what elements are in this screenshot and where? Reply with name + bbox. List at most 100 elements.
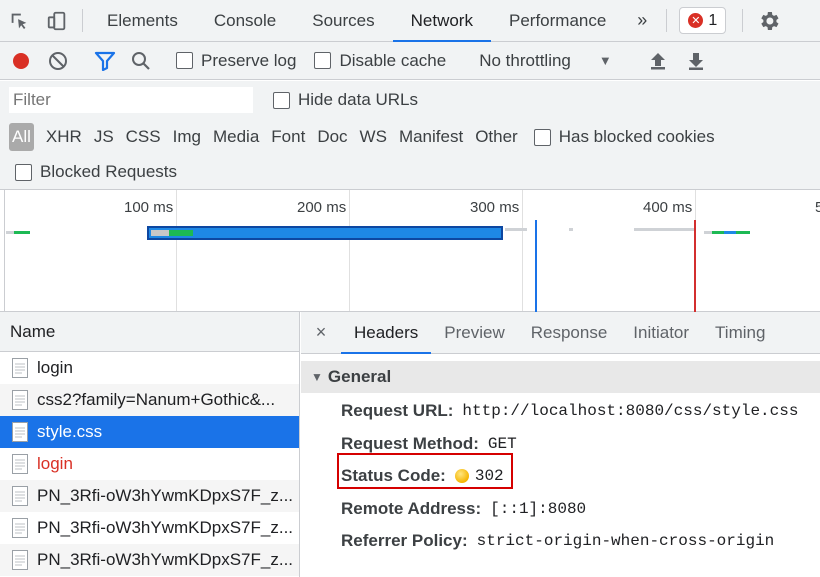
tab-network[interactable]: Network [392, 0, 492, 42]
type-manifest[interactable]: Manifest [393, 123, 469, 151]
header-key: Request Method: [341, 433, 479, 453]
request-row[interactable]: PN_3Rfi-oW3hYwmKDpxS7F_z... [0, 512, 299, 544]
document-icon [12, 358, 28, 378]
request-url-row: Request URL: http://localhost:8080/css/s… [301, 395, 820, 428]
request-row[interactable]: PN_3Rfi-oW3hYwmKDpxS7F_z... [0, 480, 299, 512]
request-bar [505, 228, 527, 231]
tab-preview[interactable]: Preview [431, 312, 517, 353]
request-name: PN_3Rfi-oW3hYwmKDpxS7F_z... [37, 486, 294, 505]
tab-sources[interactable]: Sources [294, 0, 392, 41]
toolbar-divider [82, 9, 83, 32]
request-bar [569, 228, 573, 231]
request-row[interactable]: css2?family=Nanum+Gothic&... [0, 384, 299, 416]
type-img[interactable]: Img [167, 123, 207, 151]
remote-address-row: Remote Address: [::1]:8080 [301, 493, 820, 526]
tab-initiator[interactable]: Initiator [620, 312, 702, 353]
close-details-button[interactable]: × [301, 312, 341, 353]
request-name: PN_3Rfi-oW3hYwmKDpxS7F_z... [37, 550, 294, 569]
request-bar [169, 230, 193, 236]
checkbox-box[interactable] [273, 91, 290, 109]
tab-elements[interactable]: Elements [89, 0, 196, 41]
tab-timing[interactable]: Timing [702, 312, 778, 353]
request-list: Name login css2?family=Nanum+Gothic&... … [0, 312, 300, 577]
has-blocked-cookies-checkbox[interactable]: Has blocked cookies [533, 127, 715, 147]
general-section-header[interactable]: ▼ General [301, 361, 820, 393]
settings-gear-icon[interactable] [749, 0, 789, 41]
request-row-selected[interactable]: style.css [0, 416, 299, 448]
checkbox-box[interactable] [533, 128, 551, 146]
name-column-header[interactable]: Name [0, 312, 299, 352]
more-tabs-button[interactable]: » [624, 0, 660, 41]
gridline-200ms [349, 190, 350, 311]
referrer-policy-row: Referrer Policy: strict-origin-when-cros… [301, 525, 820, 558]
tick-label: 100 ms [124, 199, 174, 216]
search-button[interactable] [123, 42, 159, 79]
tab-response[interactable]: Response [518, 312, 621, 353]
filter-toggle-button[interactable] [87, 42, 123, 79]
details-tab-bar: × Headers Preview Response Initiator Tim… [301, 312, 820, 354]
tab-performance[interactable]: Performance [491, 0, 624, 41]
tick-label: 400 ms [643, 199, 693, 216]
throttling-select[interactable]: No throttling ▼ [465, 51, 626, 71]
type-all[interactable]: All [9, 123, 34, 151]
disable-cache-checkbox[interactable]: Disable cache [314, 51, 446, 71]
header-value: strict-origin-when-cross-origin [476, 532, 775, 551]
clear-icon [49, 51, 67, 70]
checkbox-box[interactable] [176, 52, 193, 69]
toolbar-divider [742, 9, 744, 32]
filter-input[interactable] [9, 87, 253, 113]
document-icon [12, 454, 28, 474]
hide-data-urls-checkbox[interactable]: Hide data URLs [273, 90, 418, 110]
tab-console[interactable]: Console [196, 0, 294, 41]
filter-icon [94, 51, 116, 71]
request-name: css2?family=Nanum+Gothic&... [37, 390, 276, 409]
preserve-log-label: Preserve log [201, 50, 297, 70]
type-other[interactable]: Other [469, 123, 524, 151]
blocked-requests-checkbox[interactable]: Blocked Requests [15, 162, 177, 182]
preserve-log-checkbox[interactable]: Preserve log [176, 51, 296, 71]
overview-edge [4, 190, 5, 311]
checkbox-box[interactable] [15, 163, 32, 181]
header-value: GET [487, 434, 517, 453]
type-font[interactable]: Font [265, 123, 311, 151]
request-name: style.css [37, 422, 103, 441]
request-bar [634, 228, 696, 231]
blocked-requests-label: Blocked Requests [40, 162, 178, 181]
request-row[interactable]: login [0, 352, 299, 384]
type-css[interactable]: CSS [120, 123, 167, 151]
export-har-button[interactable] [677, 42, 715, 79]
request-bar [6, 231, 14, 234]
tick-label: 200 ms [297, 199, 347, 216]
type-doc[interactable]: Doc [311, 123, 353, 151]
inspect-element-icon[interactable] [0, 0, 38, 41]
error-icon: ✕ [688, 13, 704, 28]
import-har-button[interactable] [639, 42, 677, 79]
throttling-value: No throttling [479, 50, 571, 70]
request-row[interactable]: PN_3Rfi-oW3hYwmKDpxS7F_z... [0, 544, 299, 576]
type-ws[interactable]: WS [354, 123, 393, 151]
request-bar [14, 231, 30, 234]
request-bar [704, 231, 712, 234]
clear-button[interactable] [42, 42, 74, 79]
error-count-badge[interactable]: ✕ 1 [679, 7, 727, 34]
timeline-overview[interactable]: 100 ms 200 ms 300 ms 400 ms 5 [0, 190, 820, 312]
document-icon [12, 550, 28, 570]
document-icon [12, 390, 28, 410]
checkbox-box[interactable] [314, 52, 332, 69]
record-button[interactable] [0, 42, 42, 79]
device-toolbar-icon[interactable] [38, 0, 76, 41]
disable-cache-label: Disable cache [339, 50, 447, 70]
request-name: login [37, 358, 73, 377]
type-xhr[interactable]: XHR [40, 123, 88, 151]
request-row-error[interactable]: login [0, 448, 299, 480]
header-key: Referrer Policy: [341, 531, 468, 551]
dropdown-arrow-icon: ▼ [598, 53, 612, 68]
tab-headers[interactable]: Headers [341, 312, 432, 354]
section-title: General [327, 367, 392, 386]
type-js[interactable]: JS [88, 123, 120, 151]
gridline-100ms [176, 190, 177, 311]
hide-data-urls-label: Hide data URLs [298, 90, 419, 109]
type-media[interactable]: Media [207, 123, 265, 151]
selected-request-bar [147, 226, 503, 240]
request-name: login [37, 454, 73, 473]
